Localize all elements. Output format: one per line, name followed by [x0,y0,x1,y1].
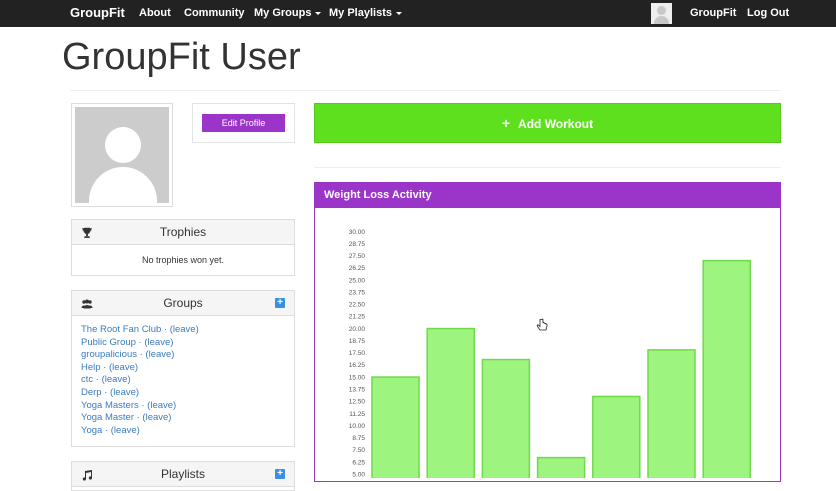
plus-icon: + [501,115,511,131]
chart-bar[interactable] [481,358,531,478]
y-tick-label: 16.25 [349,362,366,369]
group-item[interactable]: Derp · (leave) [81,387,294,400]
add-workout-label: Add Workout [518,117,594,131]
nav-my-playlists[interactable]: My Playlists [329,0,402,27]
groups-panel: Groups + The Root Fan Club · (leave) Pub… [71,290,295,447]
edit-profile-box: Edit Profile [192,103,295,143]
y-tick-label: 11.25 [349,411,365,418]
y-tick-label: 10.00 [349,423,366,430]
nav-community[interactable]: Community [184,0,245,27]
y-tick-label: 22.50 [349,302,366,309]
playlists-header: Playlists + [72,462,294,487]
trophies-empty-text: No trophies won yet. [141,255,225,265]
group-item[interactable]: Yoga · (leave) [81,425,294,438]
add-group-button[interactable]: + [275,298,285,308]
chevron-down-icon [315,11,322,15]
playlists-panel: Playlists + [71,461,295,491]
add-playlist-button[interactable]: + [275,469,285,479]
chart-bar[interactable] [536,456,586,478]
chart-bar[interactable] [426,327,475,478]
hand-cursor-icon [536,318,548,335]
avatar-head [105,127,141,163]
chart-bar[interactable] [647,349,696,478]
y-tick-label: 23.75 [349,289,366,296]
groups-header: Groups + [72,291,294,316]
y-tick-label: 26.25 [349,265,366,272]
trophies-panel: Trophies No trophies won yet. [71,219,295,276]
playlists-title: Playlists [160,467,205,481]
chart-bar[interactable] [702,259,751,478]
y-tick-label: 7.50 [352,447,365,454]
page-title: GroupFit User [62,36,301,78]
y-tick-label: 12.50 [349,399,366,406]
profile-picture [71,103,173,207]
y-tick-label: 28.75 [349,241,366,248]
trophies-header: Trophies [72,220,294,245]
nav-my-groups[interactable]: My Groups [254,0,322,27]
nav-user-name[interactable]: GroupFit [690,0,736,27]
groups-list: The Root Fan Club · (leave) Public Group… [72,316,294,437]
title-divider [70,90,781,91]
chart-bar[interactable] [592,395,641,478]
group-item[interactable]: groupalicious · (leave) [81,349,294,362]
group-item[interactable]: Yoga Master · (leave) [81,412,294,425]
y-tick-label: 21.25 [349,314,366,321]
nav-avatar[interactable] [651,3,672,24]
group-item[interactable]: Help · (leave) [81,362,294,375]
brand-link[interactable]: GroupFit [70,0,125,27]
y-tick-label: 6.25 [352,459,365,466]
y-tick-label: 8.75 [352,435,365,442]
group-item[interactable]: Public Group · (leave) [81,337,294,350]
top-navbar: GroupFit About Community My Groups My Pl… [0,0,836,27]
y-tick-label: 30.00 [349,229,366,236]
y-tick-label: 5.00 [352,471,365,478]
avatar-body [89,167,157,203]
group-item[interactable]: The Root Fan Club · (leave) [81,324,294,337]
avatar-head [657,6,666,15]
trophies-title: Trophies [159,225,207,239]
y-tick-label: 25.00 [349,277,366,284]
chart-bar[interactable] [371,376,420,478]
chart-title: Weight Loss Activity [315,183,780,208]
group-item[interactable]: ctc · (leave) [81,374,294,387]
avatar-body [654,16,669,24]
y-tick-label: 27.50 [349,253,366,260]
y-tick-label: 15.00 [349,374,366,381]
weight-loss-bar-chart: 30.00 28.75 27.50 26.25 25.00 23.75 22.50 21.25… [349,229,751,478]
y-tick-label: 17.50 [349,350,366,357]
group-item[interactable]: Yoga Masters · (leave) [81,400,294,413]
content-divider [314,167,781,168]
y-tick-label: 13.75 [349,386,366,393]
y-tick-label: 18.75 [349,338,366,345]
nav-logout[interactable]: Log Out [747,0,789,27]
edit-profile-button[interactable]: Edit Profile [202,114,285,132]
add-workout-button[interactable]: + Add Workout [314,103,781,143]
nav-my-groups-label: My Groups [254,7,312,19]
default-avatar-icon [75,107,169,203]
groups-title: Groups [163,296,203,310]
chevron-down-icon [395,11,402,15]
nav-my-playlists-label: My Playlists [329,7,392,19]
y-tick-label: 20.00 [349,326,366,333]
nav-about[interactable]: About [139,0,171,27]
